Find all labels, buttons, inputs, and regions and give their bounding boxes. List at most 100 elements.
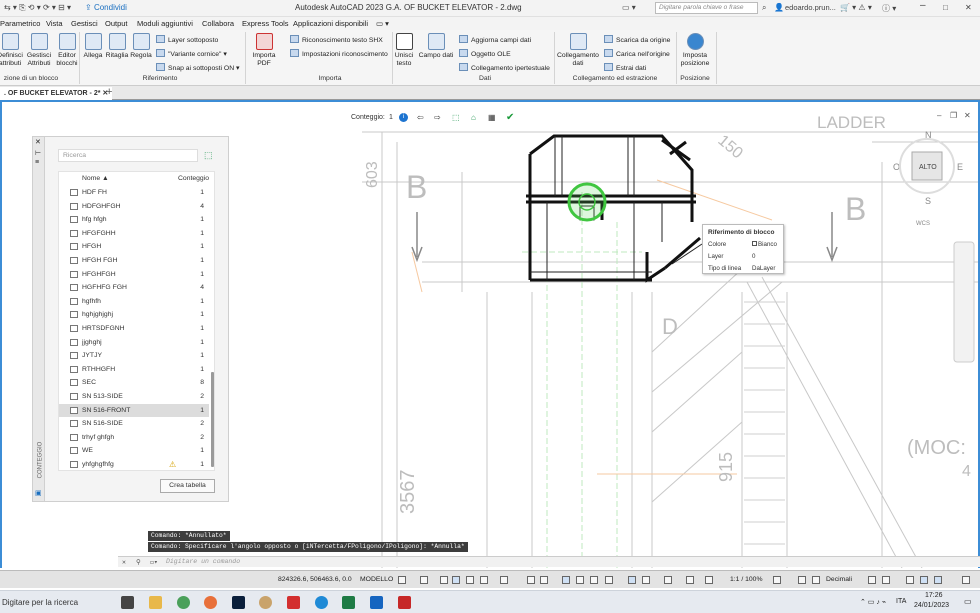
ortho-icon[interactable]	[466, 576, 474, 584]
command-settings-icon[interactable]: ⚲	[136, 558, 141, 566]
coordinates-readout[interactable]: 824326.6, 506463.6, 0.0	[278, 576, 352, 583]
palette-settings-icon[interactable]: ≡	[35, 159, 39, 166]
new-tab-icon[interactable]: +	[106, 86, 112, 98]
hyperlink-button[interactable]: Collegamento ipertestuale	[459, 63, 550, 72]
recognition-settings-button[interactable]: Impostazioni riconoscimento	[290, 49, 388, 58]
viewcube-south[interactable]: S	[925, 196, 931, 206]
insert-field-icon[interactable]: ⌂	[471, 113, 476, 122]
ole-object-button[interactable]: Oggetto OLE	[459, 49, 511, 58]
command-close-icon[interactable]: ✕	[122, 558, 126, 566]
list-item[interactable]: SN 516-SIDE 2	[59, 417, 209, 431]
infer-icon[interactable]	[440, 576, 448, 584]
app-icon[interactable]	[259, 596, 272, 609]
download-source-button[interactable]: Scarica da origine	[604, 35, 670, 44]
update-fields-button[interactable]: Aggiorna campi dati	[459, 35, 531, 44]
viewport-minimize-icon[interactable]: –	[937, 111, 942, 120]
menu-item[interactable]: Gestisci	[71, 19, 98, 28]
annotation-monitor-icon[interactable]	[798, 576, 806, 584]
excel-icon[interactable]	[342, 596, 355, 609]
count-column-header[interactable]: Conteggio	[178, 175, 209, 182]
table-icon[interactable]: ▦	[488, 113, 496, 122]
search-icon[interactable]: ⌕	[762, 3, 766, 13]
share-button[interactable]: ⇪ Condividi	[85, 3, 127, 12]
name-column-header[interactable]: Nome ▲	[82, 175, 109, 182]
list-item[interactable]: HFGH 1	[59, 240, 209, 254]
units-dropdown[interactable]: Decimali	[826, 576, 852, 583]
list-item[interactable]: hghjghjghj 1	[59, 308, 209, 322]
polar-icon[interactable]	[480, 576, 488, 584]
set-location-button[interactable]: Imposta posizione	[677, 33, 713, 68]
navigation-bar[interactable]	[953, 241, 975, 363]
cart-icon[interactable]: 🛒 ▾ ⚠ ▾	[840, 3, 872, 12]
autocad-icon[interactable]	[398, 596, 411, 609]
list-item[interactable]: hgfhfh 1	[59, 295, 209, 309]
previous-icon[interactable]: ⇦	[417, 113, 424, 122]
snap-underlay-dropdown[interactable]: Snap ai sottoposti ON ▾	[156, 63, 239, 72]
workspace-gear-icon[interactable]	[773, 576, 781, 584]
list-item[interactable]: jjghghj 1	[59, 336, 209, 350]
3d-osnap-icon[interactable]	[605, 576, 613, 584]
chrome-icon[interactable]	[177, 596, 190, 609]
grid-icon[interactable]	[398, 576, 406, 584]
zoom-icon[interactable]: ⬚	[452, 113, 460, 122]
help-icon[interactable]: ⓘ ▾	[882, 3, 896, 14]
list-item[interactable]: HGFHFG FGH 4	[59, 281, 209, 295]
snap-mode-icon[interactable]	[420, 576, 428, 584]
hardware-acceleration-icon[interactable]	[920, 576, 928, 584]
clip-button[interactable]: Ritaglia	[105, 33, 129, 60]
viewcube-west[interactable]: O	[893, 162, 900, 172]
wcs-label[interactable]: WCS	[916, 221, 930, 227]
viewport-restore-icon[interactable]: ❐	[950, 111, 957, 120]
list-item[interactable]: SN 513-SIDE 2	[59, 390, 209, 404]
list-item[interactable]: HRTSDFGNH 1	[59, 322, 209, 336]
clock-time[interactable]: 17:26	[925, 592, 943, 599]
acrobat-icon[interactable]	[287, 596, 300, 609]
list-item[interactable]: WE 1	[59, 444, 209, 458]
user-icon[interactable]: 👤	[774, 3, 784, 12]
command-prompt-icon[interactable]: ▭▾	[150, 558, 158, 566]
list-item[interactable]: yhfghgfhfg ⚠ 1	[59, 458, 209, 472]
list-item[interactable]: JYTJY 1	[59, 349, 209, 363]
menu-item[interactable]: Collabora	[202, 19, 234, 28]
selection-filter-icon[interactable]	[642, 576, 650, 584]
panel-label[interactable]: Riferimento	[135, 75, 185, 82]
task-view-icon[interactable]	[121, 596, 134, 609]
quick-properties-icon[interactable]	[868, 576, 876, 584]
palette-close-icon[interactable]: ✕	[35, 138, 41, 146]
customization-icon[interactable]	[962, 576, 970, 584]
info-icon[interactable]: i	[399, 113, 408, 122]
palette-pin-icon[interactable]: ⊢	[35, 149, 41, 157]
list-item[interactable]: SEC 8	[59, 376, 209, 390]
menu-overflow-icon[interactable]: ▭ ▾	[376, 19, 389, 28]
lineweight-icon[interactable]	[562, 576, 570, 584]
search-input[interactable]: Digitare parola chiave o frase	[655, 2, 758, 14]
panel-label[interactable]: zione di un blocco	[0, 75, 62, 82]
clean-screen-icon[interactable]	[934, 576, 942, 584]
menu-item[interactable]: Parametrico	[0, 19, 40, 28]
next-icon[interactable]: ⇨	[434, 113, 441, 122]
file-explorer-icon[interactable]	[149, 596, 162, 609]
import-pdf-button[interactable]: Importa PDF	[249, 33, 279, 68]
menu-item[interactable]: Applicazioni disponibili	[293, 19, 368, 28]
object-snap-tracking-icon[interactable]	[527, 576, 535, 584]
isodraft-icon[interactable]	[500, 576, 508, 584]
tray-icons[interactable]: ⌃ ▭ ♪ ⌁	[860, 598, 886, 606]
adjust-button[interactable]: Regola	[129, 33, 153, 60]
user-name[interactable]: edoardo.prun...	[785, 3, 836, 12]
document-tab[interactable]: . OF BUCKET ELEVATOR - 2* ✕	[0, 87, 113, 100]
selection-cycling-icon[interactable]	[590, 576, 598, 584]
palette-scrollbar[interactable]	[211, 372, 214, 467]
data-link-button[interactable]: Collegamento dati	[556, 33, 600, 68]
command-input[interactable]: Digitare un comando	[166, 558, 240, 565]
photoshop-icon[interactable]	[232, 596, 245, 609]
list-item[interactable]: HFGHFGH 1	[59, 268, 209, 282]
object-snap-icon[interactable]	[540, 576, 548, 584]
maximize-icon[interactable]: □	[943, 3, 948, 12]
define-attributes-button[interactable]: Definisci attributi	[0, 33, 23, 68]
viewcube-east[interactable]: E	[957, 162, 963, 172]
clock-date[interactable]: 24/01/2023	[914, 602, 949, 609]
combine-text-button[interactable]: Unisci testo	[392, 33, 416, 68]
viewport-close-icon[interactable]: ✕	[964, 111, 971, 120]
extract-data-button[interactable]: Estrai dati	[604, 63, 646, 72]
list-item[interactable]: HDF FH 1	[59, 186, 209, 200]
